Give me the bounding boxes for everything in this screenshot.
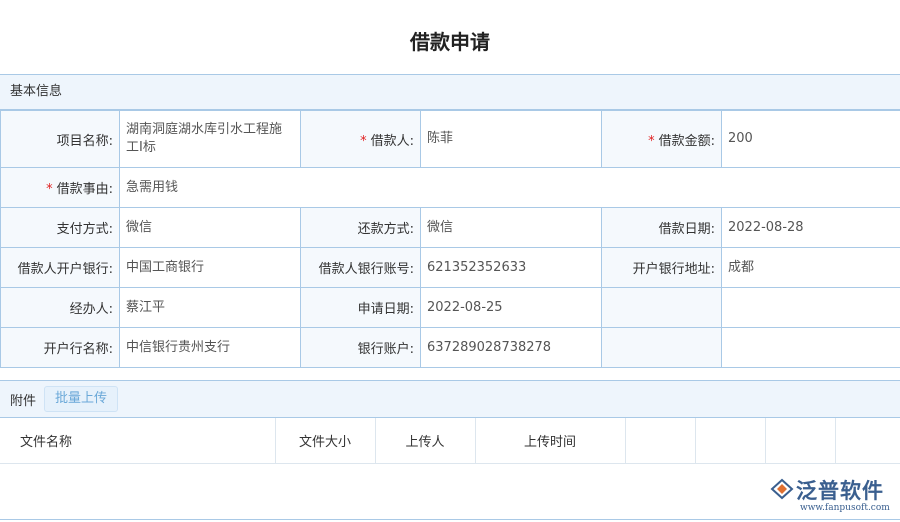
column-header-empty <box>765 418 836 464</box>
handler-value[interactable]: 蔡江平 <box>119 287 301 328</box>
required-marker: * <box>360 133 367 149</box>
fanpu-logo-icon <box>770 478 794 500</box>
borrower-value[interactable]: 陈菲 <box>420 110 602 168</box>
project-name-value[interactable]: 湖南洞庭湖水库引水工程施工I标 <box>119 110 301 168</box>
required-marker: * <box>46 182 53 197</box>
page-title: 借款申请 <box>410 30 490 54</box>
empty-value-cell <box>721 327 900 368</box>
column-header-empty <box>835 418 900 464</box>
attachments-header: 附件 批量上传 <box>0 380 900 418</box>
borrower-label: * 借款人: <box>300 110 421 168</box>
attachments-title: 附件 <box>10 393 37 409</box>
bank-name-label: 开户行名称: <box>0 327 120 368</box>
project-name-label: 项目名称: <box>0 110 120 168</box>
pay-method-value[interactable]: 微信 <box>119 207 301 248</box>
handler-label: 经办人: <box>0 287 120 328</box>
column-header-empty <box>695 418 766 464</box>
watermark-url: www.fanpusoft.com <box>800 503 890 513</box>
bank-account-label: 银行账户: <box>300 327 421 368</box>
basic-info-title: 基本信息 <box>10 84 63 99</box>
column-header-file-name[interactable]: 文件名称 <box>0 418 276 464</box>
column-header-upload-time[interactable]: 上传时间 <box>475 418 626 464</box>
column-header-empty <box>625 418 696 464</box>
loan-form: 项目名称: 湖南洞庭湖水库引水工程施工I标 * 借款人: 陈菲 * 借款金额: 20… <box>0 110 900 368</box>
empty-label-cell <box>601 287 722 328</box>
loan-date-value[interactable]: 2022-08-28 <box>721 207 900 248</box>
repay-method-label: 还款方式: <box>300 207 421 248</box>
borrower-account-value[interactable]: 621352352633 <box>420 247 602 288</box>
apply-date-value[interactable]: 2022-08-25 <box>420 287 602 328</box>
bank-address-value[interactable]: 成都 <box>721 247 900 288</box>
pay-method-label: 支付方式: <box>0 207 120 248</box>
apply-date-label: 申请日期: <box>300 287 421 328</box>
column-header-uploader[interactable]: 上传人 <box>375 418 476 464</box>
bank-name-value[interactable]: 中信银行贵州支行 <box>119 327 301 368</box>
bank-account-value[interactable]: 637289028738278 <box>420 327 602 368</box>
loan-reason-value[interactable]: 急需用钱 <box>119 167 900 208</box>
watermark-brand: 泛普软件 <box>796 479 884 503</box>
fanpu-watermark: 泛普软件 www.fanpusoft.com <box>770 474 900 518</box>
loan-date-label: 借款日期: <box>601 207 722 248</box>
loan-reason-label: * 借款事由: <box>0 167 120 208</box>
attachments-header-row: 文件名称 文件大小 上传人 上传时间 <box>0 418 900 464</box>
borrower-account-label: 借款人银行账号: <box>300 247 421 288</box>
loan-amount-value[interactable]: 200 <box>721 110 900 168</box>
batch-upload-button[interactable]: 批量上传 <box>44 386 119 412</box>
basic-info-header: 基本信息 <box>0 74 900 110</box>
loan-amount-label: * 借款金额: <box>601 110 722 168</box>
empty-label-cell <box>601 327 722 368</box>
empty-value-cell <box>721 287 900 328</box>
bottom-divider <box>0 519 900 520</box>
borrower-bank-label: 借款人开户银行: <box>0 247 120 288</box>
borrower-bank-value[interactable]: 中国工商银行 <box>119 247 301 288</box>
column-header-file-size[interactable]: 文件大小 <box>275 418 376 464</box>
bank-address-label: 开户银行地址: <box>601 247 722 288</box>
attachments-table: 文件名称 文件大小 上传人 上传时间 <box>0 418 900 464</box>
required-marker: * <box>648 133 655 149</box>
repay-method-value[interactable]: 微信 <box>420 207 602 248</box>
